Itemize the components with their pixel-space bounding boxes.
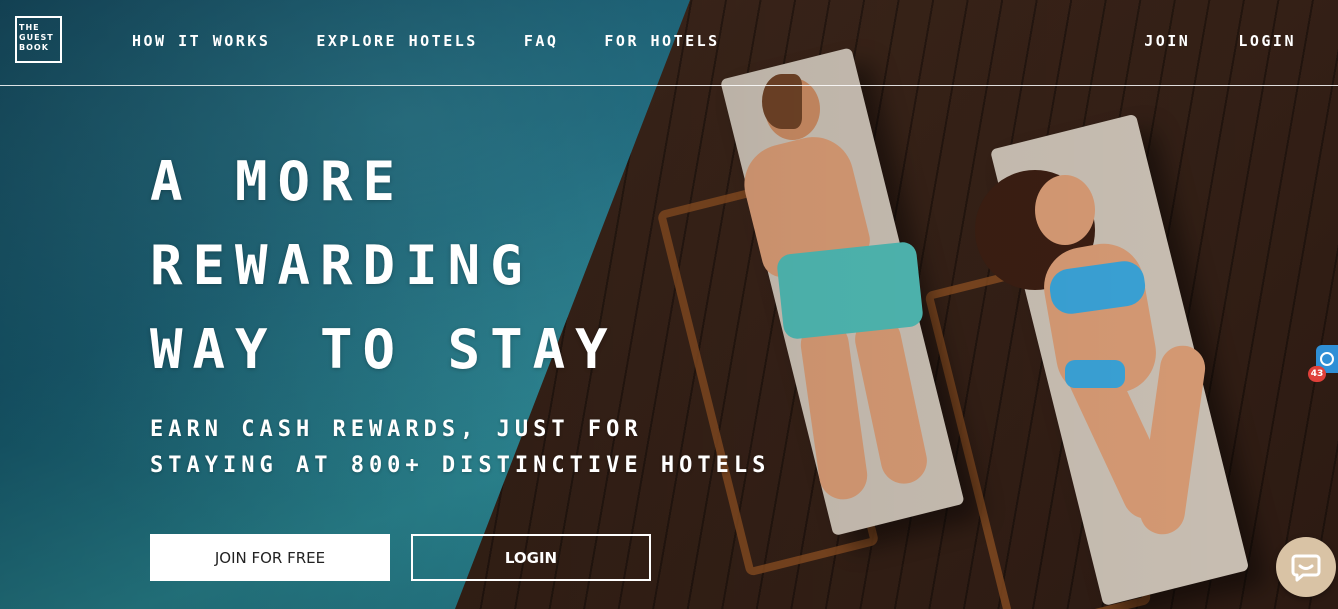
nav-for-hotels[interactable]: FOR HOTELS: [604, 32, 719, 54]
nav-faq[interactable]: FAQ: [524, 32, 559, 54]
hero-title: A MORE REWARDING WAY TO STAY: [150, 140, 618, 392]
main-nav: HOW IT WORKS EXPLORE HOTELS FAQ FOR HOTE…: [132, 0, 720, 85]
hero-login-button[interactable]: LOGIN: [411, 534, 651, 581]
chat-bubble-icon: [1291, 554, 1321, 582]
logo-line: BOOK: [19, 43, 49, 52]
chat-button[interactable]: [1276, 537, 1336, 597]
guestbook-logo[interactable]: THE GUEST BOOK: [15, 16, 62, 63]
notification-badge[interactable]: 43: [1308, 366, 1326, 382]
nav-join[interactable]: JOIN: [1144, 32, 1190, 54]
hero-subtitle-line: EARN CASH REWARDS, JUST FOR: [150, 417, 643, 442]
logo-line: GUEST: [19, 33, 54, 42]
nav-how-it-works[interactable]: HOW IT WORKS: [132, 32, 270, 54]
nav-login[interactable]: LOGIN: [1238, 32, 1296, 54]
hero-subtitle: EARN CASH REWARDS, JUST FOR STAYING AT 8…: [150, 412, 770, 484]
logo-line: THE: [19, 23, 40, 32]
site-header: THE GUEST BOOK HOW IT WORKS EXPLORE HOTE…: [0, 0, 1338, 86]
account-nav: JOIN LOGIN: [1144, 0, 1296, 85]
hero-title-line: WAY TO STAY: [150, 318, 618, 381]
hero-title-line: A MORE: [150, 150, 406, 213]
join-for-free-button[interactable]: JOIN FOR FREE: [150, 534, 390, 581]
nav-explore-hotels[interactable]: EXPLORE HOTELS: [316, 32, 477, 54]
hero-title-line: REWARDING: [150, 234, 533, 297]
hero-subtitle-line: STAYING AT 800+ DISTINCTIVE HOTELS: [150, 453, 771, 478]
magnifier-icon: [1320, 352, 1334, 366]
